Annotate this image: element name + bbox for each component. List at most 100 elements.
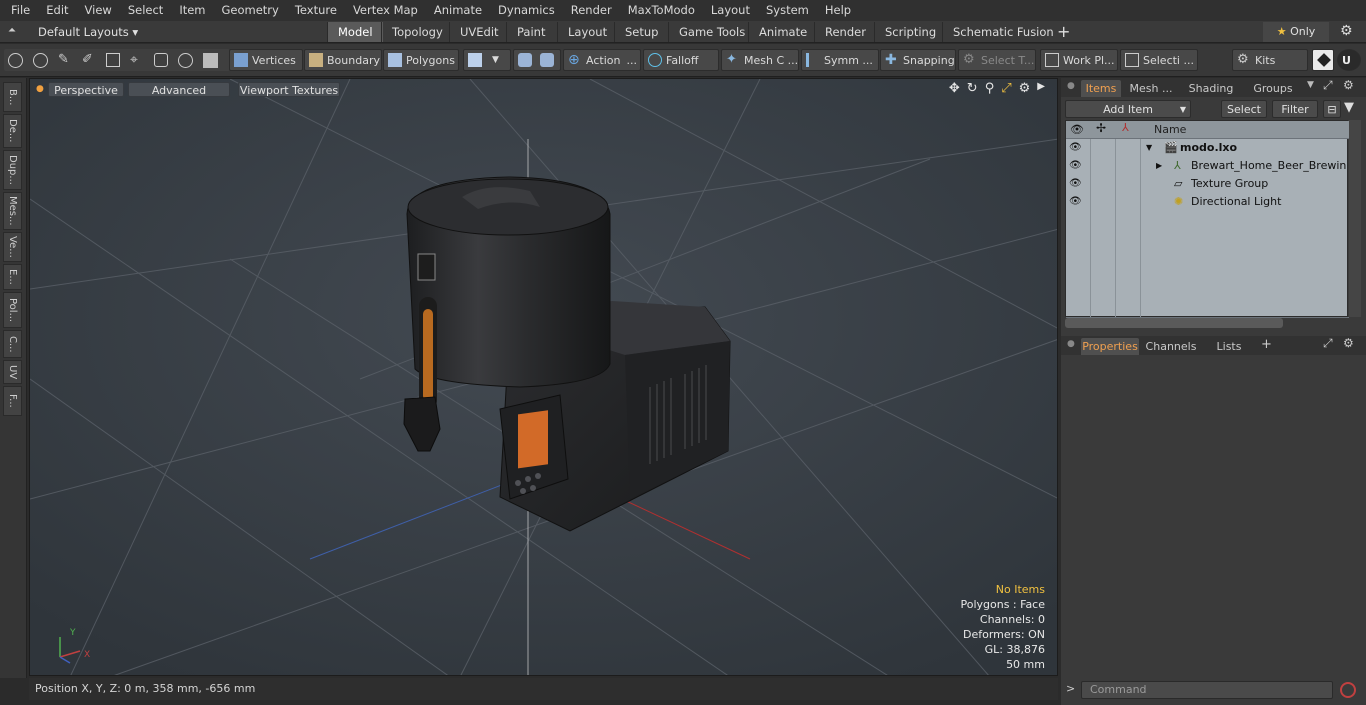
panel-tab-1[interactable]: Mesh ...: [1125, 80, 1177, 97]
unity-button[interactable]: [1312, 49, 1334, 71]
snap-b-icon[interactable]: [540, 53, 554, 67]
select-button[interactable]: Select: [1221, 100, 1267, 118]
menu-item-texture[interactable]: Texture: [287, 0, 345, 21]
item-row-texture-group[interactable]: 👁 ▱ Texture Group: [1066, 175, 1349, 193]
symmetry-button[interactable]: Symm ...: [801, 49, 879, 71]
3d-viewport[interactable]: Y X ● Perspective Advanced Viewport Text…: [29, 78, 1058, 676]
layout-tab-model[interactable]: Model: [327, 22, 383, 42]
expand-arrow-icon[interactable]: ▶: [1156, 157, 1162, 175]
menu-item-file[interactable]: File: [3, 0, 38, 21]
select-through-button[interactable]: ⚙ Select T...: [958, 49, 1036, 71]
menu-item-render[interactable]: Render: [563, 0, 620, 21]
tabs-dropdown-icon[interactable]: ▼: [1307, 80, 1314, 90]
left-tab-6[interactable]: Pol...: [3, 292, 22, 328]
menu-item-system[interactable]: System: [758, 0, 817, 21]
funnel-icon[interactable]: ▼: [1344, 100, 1354, 115]
vertices-button[interactable]: Vertices: [229, 49, 303, 71]
rotate-icon[interactable]: [178, 52, 193, 68]
visibility-eye-icon[interactable]: 👁: [1069, 160, 1083, 172]
visibility-eye-icon[interactable]: 👁: [1069, 142, 1083, 154]
layout-tab-animate[interactable]: Animate: [748, 22, 817, 42]
snap-a-icon[interactable]: [518, 53, 532, 67]
panel-tab-2[interactable]: Shading: [1183, 80, 1239, 97]
falloff-button[interactable]: Falloff: [643, 49, 719, 71]
command-input[interactable]: Command: [1081, 681, 1333, 699]
fit-view-icon[interactable]: ⤢: [1001, 81, 1011, 96]
collapse-list-button[interactable]: ⊟: [1323, 100, 1341, 118]
panel-gear-icon[interactable]: ⚙: [1343, 336, 1354, 350]
pen-icon[interactable]: ✎: [58, 53, 72, 67]
center-icon[interactable]: ⌖: [130, 53, 144, 67]
gear-icon[interactable]: ⚙: [1340, 23, 1353, 39]
left-tab-4[interactable]: Ve...: [3, 232, 22, 262]
move-view-icon[interactable]: ✥: [949, 81, 960, 96]
menu-item-maxtomodo[interactable]: MaxToModo: [620, 0, 703, 21]
kits-button[interactable]: ⚙ Kits: [1232, 49, 1308, 71]
left-tab-0[interactable]: B...: [3, 82, 22, 112]
shade-cube-icon[interactable]: [203, 52, 218, 68]
boundary-button[interactable]: Boundary: [304, 49, 382, 71]
viewport-expand-icon[interactable]: ▶: [1037, 81, 1045, 96]
left-tab-8[interactable]: UV: [3, 360, 22, 384]
layout-collapse-icon[interactable]: ⏶: [8, 25, 16, 36]
menu-item-animate[interactable]: Animate: [426, 0, 490, 21]
menu-item-vertex-map[interactable]: Vertex Map: [345, 0, 426, 21]
rotate-view-icon[interactable]: ↻: [967, 81, 978, 96]
polygons-button[interactable]: Polygons: [383, 49, 459, 71]
menu-item-select[interactable]: Select: [120, 0, 171, 21]
only-toggle[interactable]: ★ Only: [1263, 22, 1329, 42]
action-center-button[interactable]: ⊕ Action...: [563, 49, 641, 71]
add-tab-button[interactable]: +: [1261, 337, 1272, 352]
brush-icon[interactable]: ✐: [82, 53, 96, 67]
advanced-dropdown[interactable]: Advanced: [128, 82, 230, 97]
layout-tab-schematic-fusion[interactable]: Schematic Fusion: [942, 22, 1064, 42]
workplane-button[interactable]: Work Pl...: [1040, 49, 1118, 71]
menu-item-view[interactable]: View: [77, 0, 120, 21]
menu-item-layout[interactable]: Layout: [703, 0, 758, 21]
panel-tab-0[interactable]: Items: [1081, 80, 1121, 97]
layout-tab-topology[interactable]: Topology: [381, 22, 453, 42]
left-tab-7[interactable]: C...: [3, 330, 22, 358]
item-mode-dropdown[interactable]: ▼: [463, 49, 511, 71]
menu-item-item[interactable]: Item: [171, 0, 213, 21]
layout-tab-uvedit[interactable]: UVEdit: [449, 22, 509, 42]
perspective-dropdown[interactable]: Perspective: [48, 82, 124, 97]
item-row-mesh[interactable]: 👁 ▶ ⅄ Brewart_Home_Beer_Brewin ...: [1066, 157, 1360, 175]
mesh-constraint-button[interactable]: ✦ Mesh C ...: [721, 49, 799, 71]
properties-tab-0[interactable]: Properties: [1081, 338, 1139, 355]
menu-item-help[interactable]: Help: [817, 0, 859, 21]
left-tab-5[interactable]: E...: [3, 264, 22, 290]
layout-tab-scripting[interactable]: Scripting: [874, 22, 946, 42]
visibility-eye-icon[interactable]: 👁: [1069, 196, 1083, 208]
expand-panel-icon[interactable]: ⤢: [1323, 336, 1333, 351]
filter-button[interactable]: Filter: [1272, 100, 1318, 118]
unreal-button[interactable]: U: [1337, 49, 1361, 71]
selection-sets-button[interactable]: Selecti ...: [1120, 49, 1198, 71]
layout-tab-layout[interactable]: Layout: [557, 22, 617, 42]
left-tab-2[interactable]: Dup...: [3, 150, 22, 190]
vertical-scrollbar[interactable]: [1349, 120, 1361, 317]
item-row-scene[interactable]: 👁 ▼ 🎬 modo.lxo: [1066, 139, 1349, 157]
properties-tab-1[interactable]: Channels: [1143, 338, 1199, 355]
expand-arrow-icon[interactable]: ▼: [1146, 139, 1152, 157]
left-tab-9[interactable]: F...: [3, 386, 22, 416]
menu-item-dynamics[interactable]: Dynamics: [490, 0, 563, 21]
visibility-eye-icon[interactable]: 👁: [1069, 178, 1083, 190]
globe-icon[interactable]: [33, 52, 48, 68]
properties-tab-2[interactable]: Lists: [1205, 338, 1253, 355]
frame-icon[interactable]: [154, 53, 168, 67]
layout-tab-setup[interactable]: Setup: [614, 22, 668, 42]
left-tab-1[interactable]: De...: [3, 114, 22, 148]
snapping-button[interactable]: ✚ Snapping: [880, 49, 956, 71]
zoom-view-icon[interactable]: ⚲: [985, 81, 995, 96]
viewport-options-icon[interactable]: ●: [36, 84, 44, 94]
menu-item-edit[interactable]: Edit: [38, 0, 76, 21]
menu-item-geometry[interactable]: Geometry: [214, 0, 287, 21]
left-tab-3[interactable]: Mes...: [3, 192, 22, 230]
layout-tab-paint[interactable]: Paint: [506, 22, 555, 42]
horizontal-scrollbar[interactable]: [1065, 318, 1283, 328]
record-macro-icon[interactable]: [1340, 682, 1356, 698]
layout-tab-game-tools[interactable]: Game Tools: [668, 22, 755, 42]
expand-panel-icon[interactable]: ⤢: [1323, 78, 1333, 93]
align-icon[interactable]: [106, 53, 120, 67]
